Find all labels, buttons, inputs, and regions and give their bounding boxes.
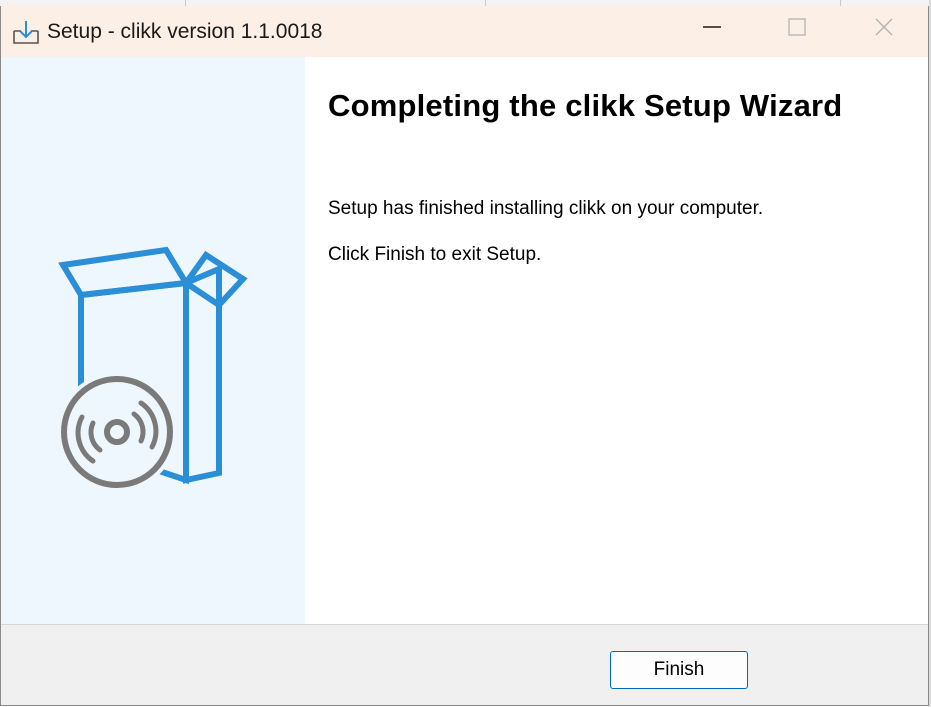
close-button[interactable] xyxy=(861,6,907,52)
maximize-button[interactable] xyxy=(774,6,820,52)
close-icon xyxy=(874,17,894,42)
screen: Setup - clikk version 1.1.0018 Completin… xyxy=(0,0,931,707)
minimize-button[interactable] xyxy=(689,6,735,52)
minimize-icon xyxy=(702,17,722,42)
software-box-with-disc-icon xyxy=(51,245,261,495)
button-bar: Finish xyxy=(1,624,928,705)
wizard-content: Completing the clikk Setup Wizard Setup … xyxy=(305,57,928,624)
maximize-icon xyxy=(787,17,807,42)
download-icon xyxy=(11,19,41,45)
page-title: Completing the clikk Setup Wizard xyxy=(328,88,843,123)
window-title: Setup - clikk version 1.1.0018 xyxy=(47,20,323,43)
wizard-sidebar xyxy=(1,57,305,624)
title-bar[interactable]: Setup - clikk version 1.1.0018 xyxy=(1,6,928,57)
exit-instructions: Click Finish to exit Setup. xyxy=(328,244,542,265)
finish-button[interactable]: Finish xyxy=(610,651,748,689)
setup-window: Setup - clikk version 1.1.0018 Completin… xyxy=(0,6,929,706)
finished-message: Setup has finished installing clikk on y… xyxy=(328,198,764,219)
